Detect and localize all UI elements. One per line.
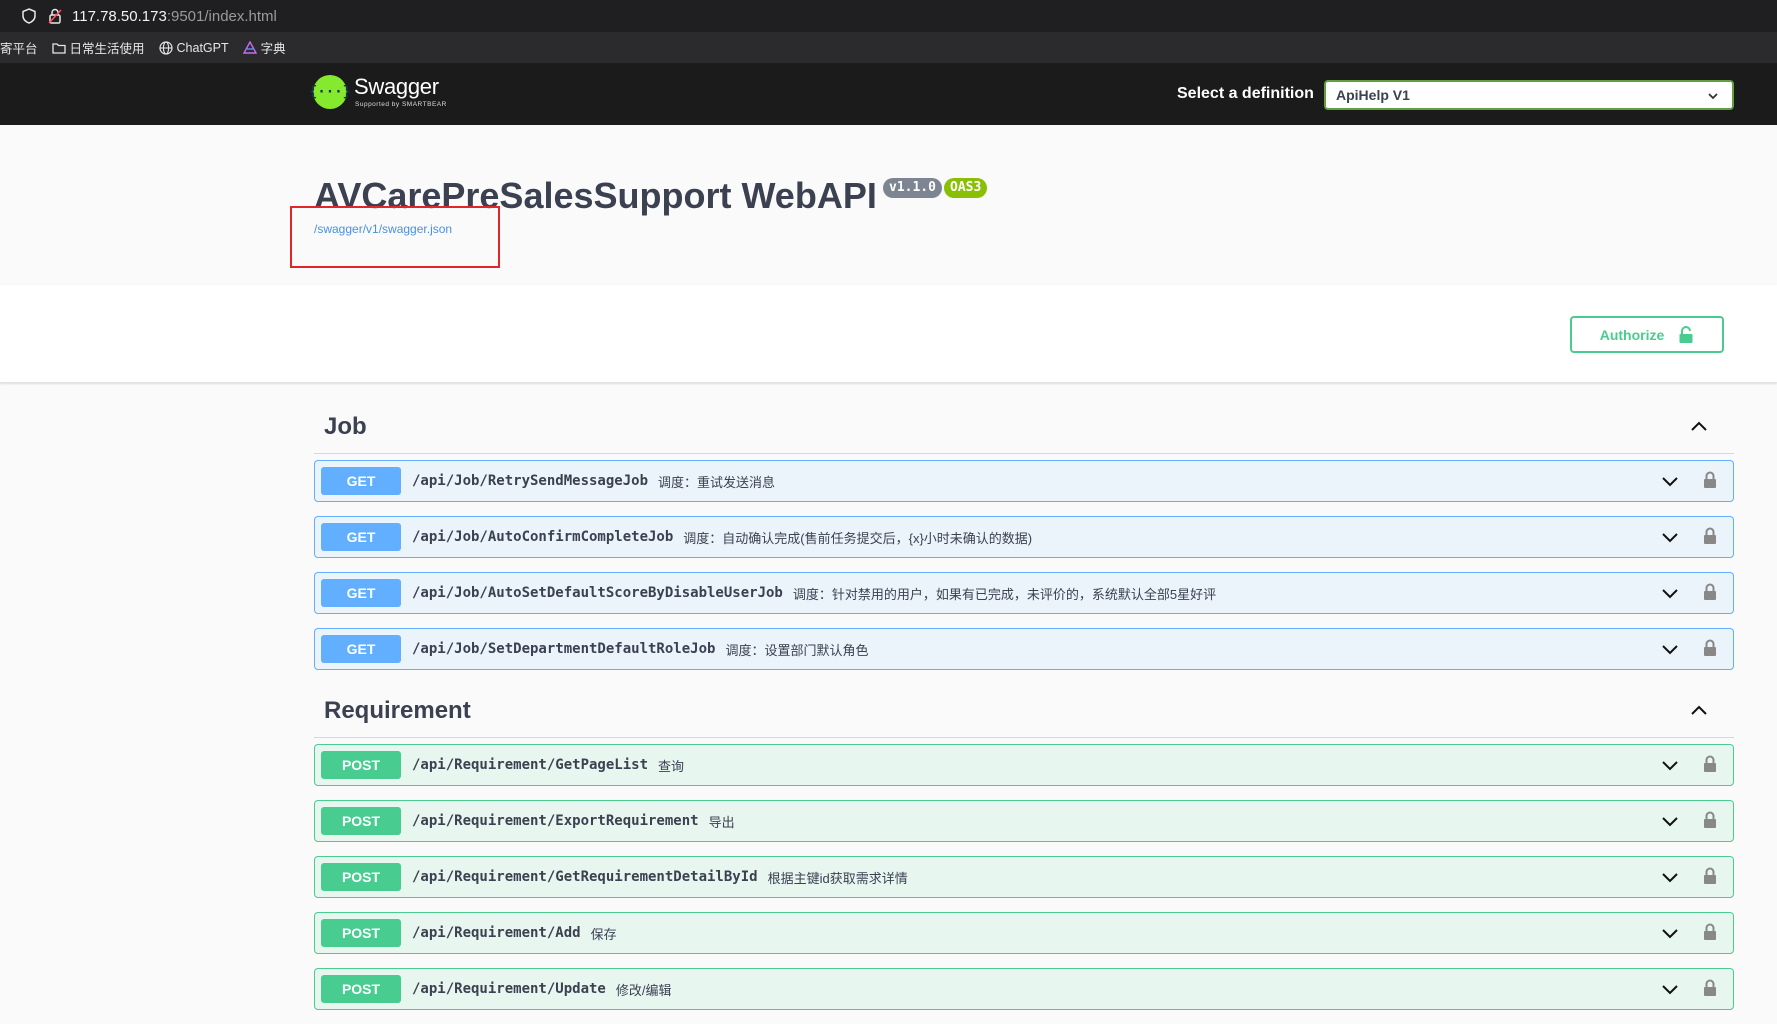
operation-post[interactable]: POST /api/Requirement/Update 修改/编辑 [314, 968, 1734, 1010]
chevron-down-icon[interactable] [1661, 926, 1679, 942]
operation-summary: 调度：自动确认完成(售前任务提交后，{x}小时未确认的数据) [683, 530, 1033, 546]
tag-header-requirement[interactable]: Requirement [314, 684, 1734, 738]
method-badge: POST [321, 807, 401, 835]
chevron-down-icon[interactable] [1661, 870, 1679, 886]
method-badge: GET [321, 635, 401, 663]
bookmarks-bar: 寄平台 日常生活使用 ChatGPT 字典 [0, 32, 1777, 63]
api-info: AVCarePreSalesSupport WebAPI v1.1.0 OAS3… [0, 125, 1777, 285]
chevron-down-icon [1708, 93, 1718, 100]
definition-label: Select a definition [1177, 85, 1314, 102]
operation-path: /api/Requirement/ExportRequirement [412, 813, 699, 829]
operation-summary: 根据主键id获取需求详情 [767, 870, 908, 886]
operation-path: /api/Job/AutoConfirmCompleteJob [412, 529, 674, 545]
operation-path: /api/Requirement/Add [412, 925, 581, 941]
operation-summary: 导出 [708, 814, 735, 830]
lock-icon[interactable] [1703, 526, 1717, 546]
bookmark-item[interactable]: 字典 [242, 38, 286, 57]
swagger-topbar: {···} Swagger Supported by SMARTBEAR Sel… [0, 63, 1777, 125]
oas-badge: OAS3 [944, 178, 988, 198]
tag-name: Requirement [324, 696, 471, 724]
bookmark-label: 寄平台 [0, 42, 38, 56]
chevron-up-icon[interactable] [1689, 417, 1709, 437]
operation-summary: 保存 [590, 926, 617, 942]
chevron-down-icon[interactable] [1661, 982, 1679, 998]
operation-path: /api/Requirement/Update [412, 981, 606, 997]
lock-icon[interactable] [1703, 922, 1717, 942]
lock-icon[interactable] [1703, 638, 1717, 658]
browser-url-bar[interactable]: 117.78.50.173:9501/index.html [0, 0, 1777, 32]
chevron-down-icon[interactable] [1661, 474, 1679, 490]
unlock-icon [1679, 325, 1693, 343]
logo-name: Swagger [354, 74, 439, 99]
chevron-up-icon[interactable] [1689, 701, 1709, 721]
chevron-down-icon[interactable] [1661, 642, 1679, 658]
bookmark-folder[interactable]: 日常生活使用 [51, 38, 145, 57]
operation-summary: 修改/编辑 [615, 982, 672, 998]
bookmark-label: 字典 [260, 42, 286, 56]
operation-summary: 调度：针对禁用的用户，如果有已完成，未评价的，系统默认全部5星好评 [792, 586, 1217, 602]
url-host[interactable]: 117.78.50.173 [72, 8, 167, 25]
bookmark-label: 日常生活使用 [69, 42, 145, 56]
bookmark-item[interactable]: ChatGPT [158, 40, 229, 55]
authorize-button[interactable]: Authorize [1570, 316, 1724, 353]
operation-path: /api/Requirement/GetPageList [412, 757, 649, 773]
tag-name: Job [324, 412, 367, 440]
lock-icon[interactable] [1703, 470, 1717, 490]
method-badge: GET [321, 579, 401, 607]
insecure-lock-icon[interactable] [46, 7, 64, 25]
method-badge: POST [321, 975, 401, 1003]
bookmark-item[interactable]: 寄平台 [0, 38, 38, 57]
operation-post[interactable]: POST /api/Requirement/Add 保存 [314, 912, 1734, 954]
lock-icon[interactable] [1703, 866, 1717, 886]
operation-get[interactable]: GET /api/Job/SetDepartmentDefaultRoleJob… [314, 628, 1734, 670]
url-path[interactable]: :9501/index.html [167, 8, 277, 25]
lock-icon[interactable] [1703, 810, 1717, 830]
chevron-down-icon[interactable] [1661, 586, 1679, 602]
red-highlight-box [290, 206, 500, 268]
method-badge: POST [321, 863, 401, 891]
lock-icon[interactable] [1703, 754, 1717, 774]
operation-summary: 调度：设置部门默认角色 [725, 642, 869, 658]
operation-post[interactable]: POST /api/Requirement/GetPageList 查询 [314, 744, 1734, 786]
definition-select[interactable]: ApiHelp V1 [1324, 80, 1734, 110]
operation-summary: 查询 [658, 758, 685, 774]
operation-path: /api/Requirement/GetRequirementDetailByI… [412, 869, 758, 885]
triangle-icon [242, 41, 257, 54]
operation-path: /api/Job/RetrySendMessageJob [412, 473, 649, 489]
folder-icon [51, 42, 66, 54]
method-badge: GET [321, 467, 401, 495]
operation-get[interactable]: GET /api/Job/AutoSetDefaultScoreByDisabl… [314, 572, 1734, 614]
chevron-down-icon[interactable] [1661, 758, 1679, 774]
definition-value: ApiHelp V1 [1336, 87, 1410, 103]
globe-icon [158, 40, 173, 55]
operation-summary: 调度：重试发送消息 [658, 474, 776, 490]
scheme-container: Authorize [0, 285, 1777, 383]
operation-post[interactable]: POST /api/Requirement/GetRequirementDeta… [314, 856, 1734, 898]
swagger-logo-icon: {···} [309, 75, 351, 109]
chevron-down-icon[interactable] [1661, 530, 1679, 546]
swagger-logo[interactable]: {···} Swagger Supported by SMARTBEAR [309, 74, 447, 109]
method-badge: POST [321, 919, 401, 947]
bookmark-label: ChatGPT [176, 40, 229, 55]
operation-path: /api/Job/SetDepartmentDefaultRoleJob [412, 641, 716, 657]
method-badge: POST [321, 751, 401, 779]
lock-icon[interactable] [1703, 582, 1717, 602]
operation-path: /api/Job/AutoSetDefaultScoreByDisableUse… [412, 585, 783, 601]
chevron-down-icon[interactable] [1661, 814, 1679, 830]
logo-subtitle: Supported by SMARTBEAR [355, 101, 447, 108]
shield-icon [20, 7, 38, 25]
operation-post[interactable]: POST /api/Requirement/ExportRequirement … [314, 800, 1734, 842]
version-badge: v1.1.0 [883, 178, 942, 198]
operation-get[interactable]: GET /api/Job/AutoConfirmCompleteJob 调度：自… [314, 516, 1734, 558]
operation-get[interactable]: GET /api/Job/RetrySendMessageJob 调度：重试发送… [314, 460, 1734, 502]
lock-icon[interactable] [1703, 978, 1717, 998]
tag-header-job[interactable]: Job [314, 400, 1734, 454]
operations-list: Job GET /api/Job/RetrySendMessageJob 调度：… [314, 400, 1734, 1024]
method-badge: GET [321, 523, 401, 551]
